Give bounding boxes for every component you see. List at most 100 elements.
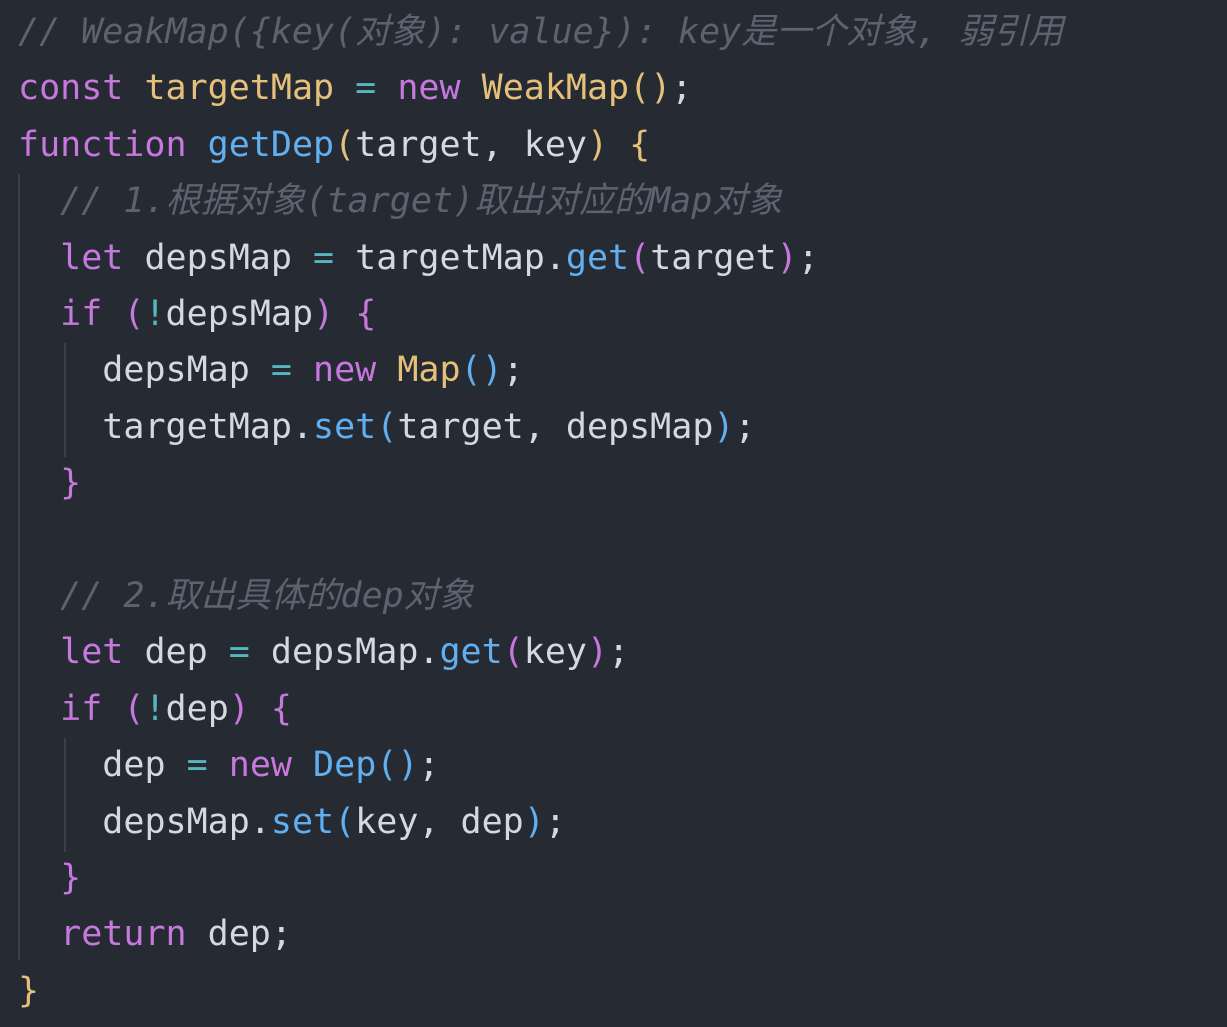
code-line-13[interactable]: if (!dep) {	[18, 681, 292, 737]
code-line-6[interactable]: if (!depsMap) {	[18, 286, 376, 342]
code-token-function: get	[565, 237, 630, 278]
code-token-paren2: (	[502, 632, 524, 673]
code-token-paren2: {	[355, 294, 377, 334]
code-token-punct: ;	[671, 68, 693, 109]
code-token-punct: ;	[502, 350, 524, 391]
code-line-2[interactable]: const targetMap = new WeakMap();	[18, 60, 692, 116]
code-token-punct: ;	[418, 745, 440, 786]
code-token-function: getDep	[207, 124, 335, 165]
code-token-paren3: ()	[460, 350, 503, 391]
code-token-paren2: }	[60, 858, 82, 898]
code-line-3[interactable]: function getDep(target, key) {	[18, 117, 650, 173]
code-line-9[interactable]: }	[18, 455, 81, 511]
code-token-paren: }	[18, 970, 40, 1011]
code-token-storage: let	[60, 237, 124, 278]
code-token-operator: !	[144, 688, 166, 729]
code-token-plain: depsMap.	[249, 632, 440, 673]
code-token-keyword: new	[313, 350, 377, 391]
code-token-class: Map	[397, 350, 461, 391]
code-token-function: set	[270, 801, 335, 842]
code-token-paren3: ()	[376, 745, 419, 786]
code-token-paren2: (	[123, 688, 145, 729]
code-line-14[interactable]: dep = new Dep();	[18, 737, 440, 793]
code-token-plain: dep;	[186, 914, 292, 955]
code-line-12[interactable]: let dep = depsMap.get(key);	[18, 624, 629, 680]
code-line-1[interactable]: // WeakMap({key(对象): value}): key是一个对象, …	[18, 4, 1063, 60]
code-token-keyword: new	[228, 745, 292, 786]
code-token-comment: // 1.根据对象(target)取出对应的Map对象	[60, 181, 783, 222]
code-token-comment: // WeakMap({key(对象): value}): key是一个对象, …	[18, 12, 1064, 52]
code-line-16[interactable]: }	[18, 850, 81, 906]
code-token-paren3: (	[376, 406, 398, 447]
code-token-plain: target	[650, 237, 777, 278]
code-token-paren3: )	[523, 801, 545, 842]
code-token-paren: (	[334, 124, 356, 165]
code-token-paren: {	[629, 124, 651, 165]
code-line-15[interactable]: depsMap.set(key, dep);	[18, 794, 566, 850]
code-token-storage: const	[18, 68, 124, 109]
code-line-11[interactable]: // 2.取出具体的dep对象	[18, 568, 474, 624]
code-line-7[interactable]: depsMap = new Map();	[18, 342, 524, 398]
code-token-comment: // 2.取出具体的dep对象	[60, 576, 474, 616]
code-token-operator: =	[313, 237, 335, 278]
code-line-5[interactable]: let depsMap = targetMap.get(target);	[18, 230, 819, 286]
code-token-keyword: if	[60, 294, 103, 334]
code-token-storage: function	[18, 124, 187, 165]
code-token-paren3: )	[713, 406, 735, 447]
code-token-paren2: (	[123, 294, 145, 334]
code-token-paren: ()	[629, 68, 672, 109]
code-token-plain: depsMap	[102, 350, 271, 391]
code-token-operator: =	[355, 68, 377, 109]
code-line-17[interactable]: return dep;	[18, 906, 292, 962]
code-token-operator: =	[270, 350, 292, 391]
code-token-punct: ;	[608, 632, 630, 673]
code-token-plain: targetMap.	[334, 237, 566, 278]
code-line-18[interactable]: }	[18, 963, 39, 1019]
code-token-function: get	[439, 632, 503, 673]
code-token-plain: key	[523, 632, 587, 673]
code-token-paren: )	[586, 124, 609, 165]
code-token-plain: target, key	[355, 124, 587, 165]
code-line-4[interactable]: // 1.根据对象(target)取出对应的Map对象	[18, 173, 782, 229]
code-token-plain: key, dep	[355, 801, 524, 842]
code-token-function: set	[313, 406, 377, 447]
code-token-class: WeakMap	[481, 68, 630, 109]
code-token-keyword: new	[397, 68, 461, 109]
code-token-paren2: )	[776, 237, 798, 278]
code-editor[interactable]: // WeakMap({key(对象): value}): key是一个对象, …	[0, 0, 1227, 1027]
code-token-storage: let	[60, 632, 124, 673]
code-token-variable: targetMap	[144, 68, 335, 109]
code-token-paren2: }	[60, 463, 82, 504]
code-token-punct: ;	[544, 801, 566, 842]
code-token-operator: =	[228, 632, 250, 673]
code-token-paren2: )	[313, 294, 335, 334]
code-token-paren2: (	[629, 237, 651, 278]
code-line-8[interactable]: targetMap.set(target, depsMap);	[18, 399, 755, 455]
code-token-punct: ;	[797, 237, 819, 278]
code-token-plain: target, depsMap	[397, 406, 714, 447]
